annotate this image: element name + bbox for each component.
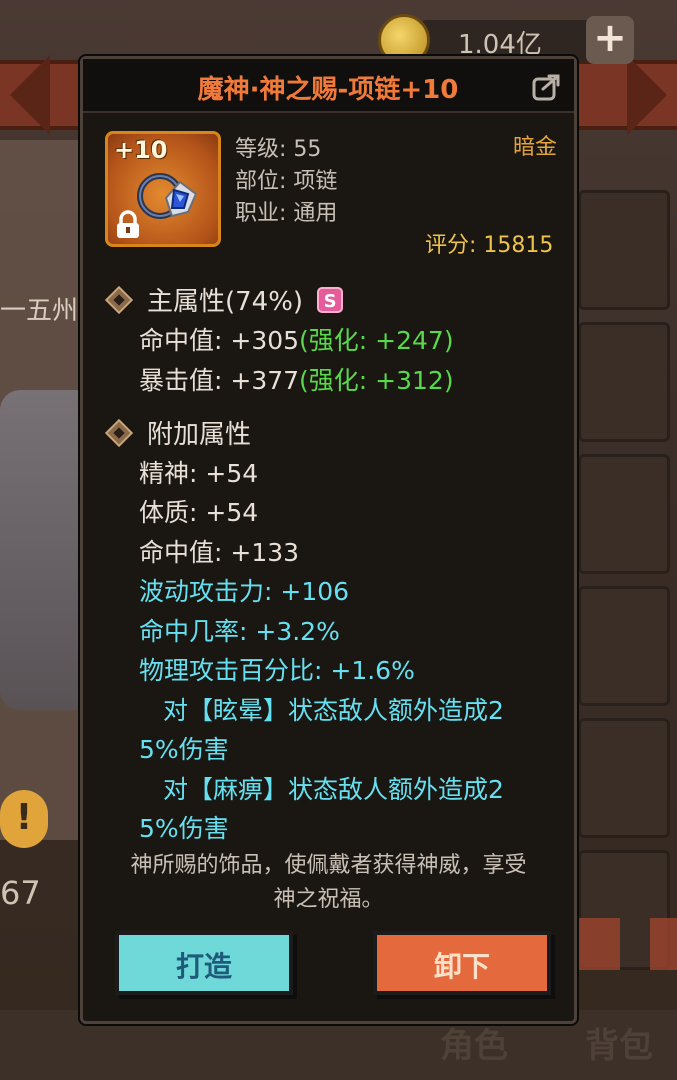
- diamond-bullet-icon: [105, 285, 133, 314]
- item-slot: 部位: 项链: [235, 169, 338, 194]
- share-icon[interactable]: [531, 71, 563, 103]
- tooltip-header: 魔神·神之赐-项链+10: [83, 59, 574, 113]
- description-line: 神之祝福。: [273, 887, 384, 912]
- item-score: 评分: 15815: [425, 227, 553, 259]
- extra-stat: 命中值: +133: [139, 538, 300, 567]
- region-label: 一五州: [0, 296, 79, 326]
- unequip-button[interactable]: 卸下: [373, 931, 551, 995]
- main-attr-heading: 主属性(74%) S: [105, 281, 344, 318]
- score-label: 评分:: [425, 233, 484, 258]
- item-quality: 暗金: [513, 135, 558, 160]
- inventory-slot[interactable]: [578, 454, 670, 574]
- tab-role[interactable]: 角色: [440, 1018, 508, 1067]
- extra-attr-heading: 附加属性: [105, 414, 251, 451]
- extra-stat: 体质: +54: [139, 498, 259, 527]
- item-level: 等级: 55: [235, 137, 322, 162]
- rank-badge: S: [317, 286, 344, 313]
- character-stat-number: 67: [0, 874, 41, 912]
- main-stat-base: 暴击值: +377: [139, 366, 300, 395]
- special-effect-line: 对【眩晕】状态敌人额外造成2: [163, 696, 504, 725]
- main-stat-row: 暴击值: +377(强化: +312): [139, 361, 454, 397]
- enhance-level-badge: +10: [114, 136, 168, 164]
- background-button-edge: [650, 918, 677, 970]
- inventory-slot[interactable]: [578, 718, 670, 838]
- item-description: 神所赐的饰品，使佩戴者获得神威，享受 神之祝福。: [97, 849, 560, 917]
- lock-icon[interactable]: [114, 210, 142, 240]
- special-effect-line: 5%伤害: [139, 735, 229, 764]
- inventory-slot[interactable]: [578, 586, 670, 706]
- item-tooltip: 魔神·神之赐-项链+10 +10 等级: 55 部位: 项链 职业: 通用 暗金…: [80, 56, 577, 1024]
- main-stat-bonus: (强化: +247): [299, 326, 454, 355]
- alert-icon[interactable]: !: [0, 790, 48, 848]
- main-stat-bonus: (强化: +312): [299, 366, 454, 395]
- banner-right-tip: [627, 55, 667, 135]
- forge-button[interactable]: 打造: [115, 931, 293, 995]
- extra-stat: 精神: +54: [139, 459, 259, 488]
- special-effect-line: 对【麻痹】状态敌人额外造成2: [163, 775, 504, 804]
- inventory-slot[interactable]: [578, 322, 670, 442]
- main-attr-title: 主属性(74%): [147, 287, 304, 317]
- main-stat-base: 命中值: +305: [139, 326, 300, 355]
- banner-left-tip: [10, 55, 50, 135]
- item-icon: +10: [105, 131, 221, 247]
- add-gold-button[interactable]: +: [586, 16, 634, 64]
- inventory-slot[interactable]: [578, 190, 670, 310]
- inventory-column: [578, 190, 677, 990]
- item-title: 魔神·神之赐-项链+10: [197, 75, 459, 105]
- score-value: 15815: [483, 233, 554, 258]
- special-effect-line: 5%伤害: [139, 814, 229, 843]
- tab-bag[interactable]: 背包: [585, 1018, 653, 1067]
- diamond-bullet-icon: [105, 418, 133, 447]
- extra-stat-special: 命中几率: +3.2%: [139, 617, 340, 646]
- description-line: 神所赐的饰品，使佩戴者获得神威，享受: [130, 853, 527, 878]
- extra-stat-special: 物理攻击百分比: +1.6%: [139, 656, 415, 685]
- extra-attr-title: 附加属性: [147, 420, 252, 450]
- extra-stat-special: 波动攻击力: +106: [139, 577, 350, 606]
- game-screen: 1.04亿 + 一五州 ! 67 角色 背包 魔神·神之赐-项链+10 +10: [0, 0, 677, 1080]
- main-stat-row: 命中值: +305(强化: +247): [139, 321, 454, 357]
- item-profession: 职业: 通用: [235, 201, 338, 226]
